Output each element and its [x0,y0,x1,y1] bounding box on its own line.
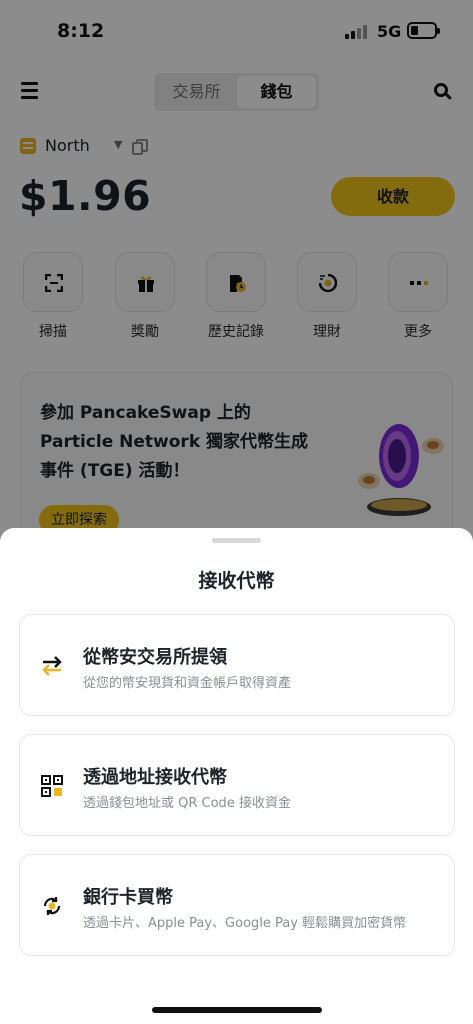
option-description: 透過錢包地址或 QR Code 接收資金 [83,796,291,811]
receive-token-sheet: 接收代幣 從幣安交易所提領 從您的幣安現貨和資金帳戶取得資產 透過地址接收代幣 … [0,528,473,1024]
sheet-title: 接收代幣 [198,570,275,592]
option-receive-by-address[interactable]: 透過地址接收代幣 透過錢包地址或 QR Code 接收資金 [19,734,455,836]
transfer-icon [42,656,62,676]
card-buy-icon [43,897,61,915]
option-title: 銀行卡買幣 [83,887,173,908]
option-description: 從您的幣安現貨和資金帳戶取得資產 [83,676,292,691]
option-title: 從幣安交易所提領 [83,647,227,668]
option-buy-with-card[interactable]: 銀行卡買幣 透過卡片、Apple Pay、Google Pay 輕鬆購買加密貨幣 [19,854,455,956]
sheet-drag-handle[interactable] [212,538,261,543]
qr-code-icon [41,775,63,797]
option-withdraw-from-exchange[interactable]: 從幣安交易所提領 從您的幣安現貨和資金帳戶取得資產 [19,614,455,716]
home-indicator[interactable] [152,1007,322,1013]
option-description: 透過卡片、Apple Pay、Google Pay 輕鬆購買加密貨幣 [83,916,407,931]
wallet-screen: 8:12 5G 交易所 錢包 North ▼ $1.96 收款 掃描 獎勵 歷史… [0,0,473,1024]
option-title: 透過地址接收代幣 [83,767,227,788]
